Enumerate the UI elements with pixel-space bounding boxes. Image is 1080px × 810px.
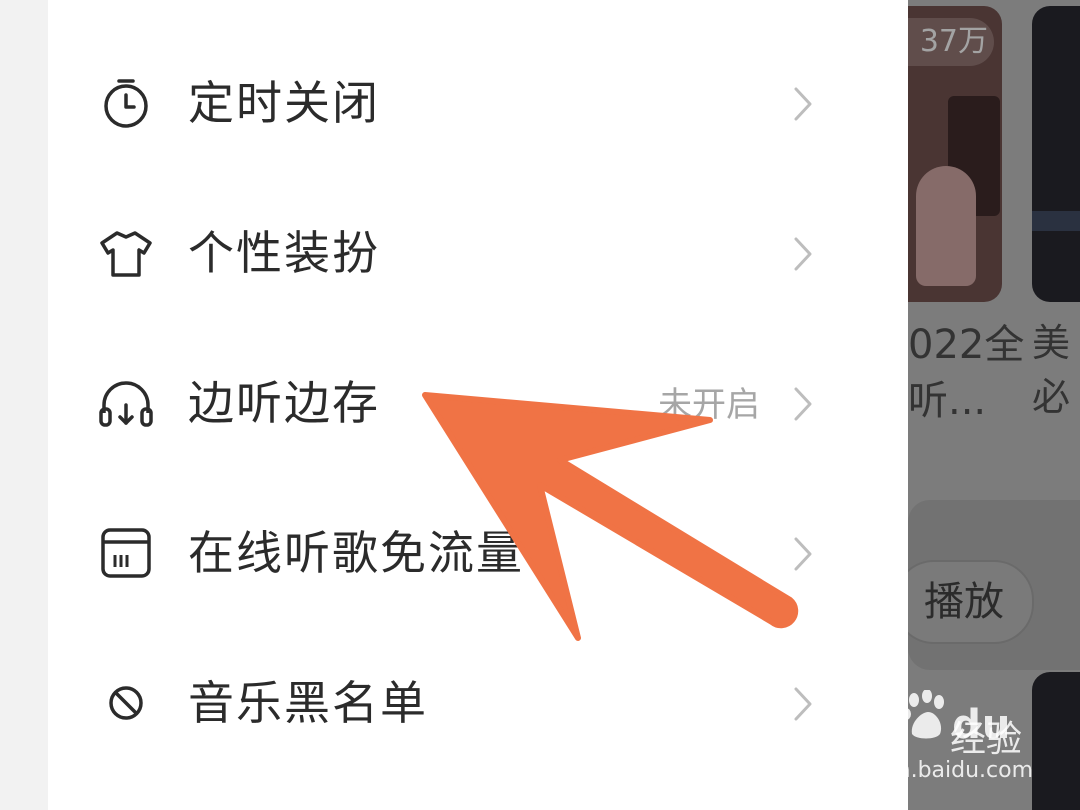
cover-glow <box>1032 211 1080 231</box>
block-icon <box>109 686 143 720</box>
menu-item-music-blacklist[interactable]: 音乐黑名单 <box>48 628 908 778</box>
watermark-product: 经验 <box>950 719 1023 760</box>
background-page: 37万 022全 听... 美 必 播放 <box>908 0 1080 810</box>
menu-item-free-data[interactable]: 在线听歌免流量 <box>48 478 908 628</box>
chevron-right-icon <box>794 237 812 271</box>
watermark-brand-bai: Bai <box>832 702 907 748</box>
menu-item-status: 未开启 <box>658 385 760 425</box>
playlist-1-title-line1: 022全 <box>908 322 1025 368</box>
tshirt-icon <box>100 231 152 277</box>
cover-photo-hand <box>916 166 976 286</box>
playlist-1-title-line2: 听... <box>908 378 987 424</box>
playlist-2-title-line2: 必 <box>1032 375 1071 419</box>
menu-item-label: 定时关闭 <box>188 76 380 130</box>
play-count-badge: 37万 <box>908 18 994 66</box>
chevron-right-icon <box>794 387 812 421</box>
sim-card-icon <box>101 528 151 578</box>
side-drawer: 定时关闭 个性装扮 边听边存 未开启 在线听歌免流量 音乐黑名单 <box>48 0 908 810</box>
menu-item-label: 在线听歌免流量 <box>188 526 524 580</box>
menu-item-theme[interactable]: 个性装扮 <box>48 178 908 328</box>
menu-item-label: 音乐黑名单 <box>188 676 428 730</box>
left-edge-strip <box>0 0 48 810</box>
chevron-right-icon <box>794 687 812 721</box>
menu-item-label: 边听边存 <box>188 376 380 430</box>
headphones-icon <box>99 381 153 427</box>
chevron-right-icon <box>794 87 812 121</box>
timer-icon <box>104 79 148 128</box>
playlist-card-3[interactable] <box>1032 672 1080 810</box>
watermark-url: jingyan.baidu.com <box>830 758 1034 783</box>
play-button[interactable]: 播放 <box>908 560 1034 644</box>
menu-item-sleep-timer[interactable]: 定时关闭 <box>48 28 908 178</box>
menu-item-listen-and-save[interactable]: 边听边存 未开启 <box>48 328 908 478</box>
playlist-2-title-line1: 美 <box>1032 321 1071 365</box>
chevron-right-icon <box>794 537 812 571</box>
menu-item-label: 个性装扮 <box>188 226 380 280</box>
playlist-card-2[interactable] <box>1032 6 1080 302</box>
